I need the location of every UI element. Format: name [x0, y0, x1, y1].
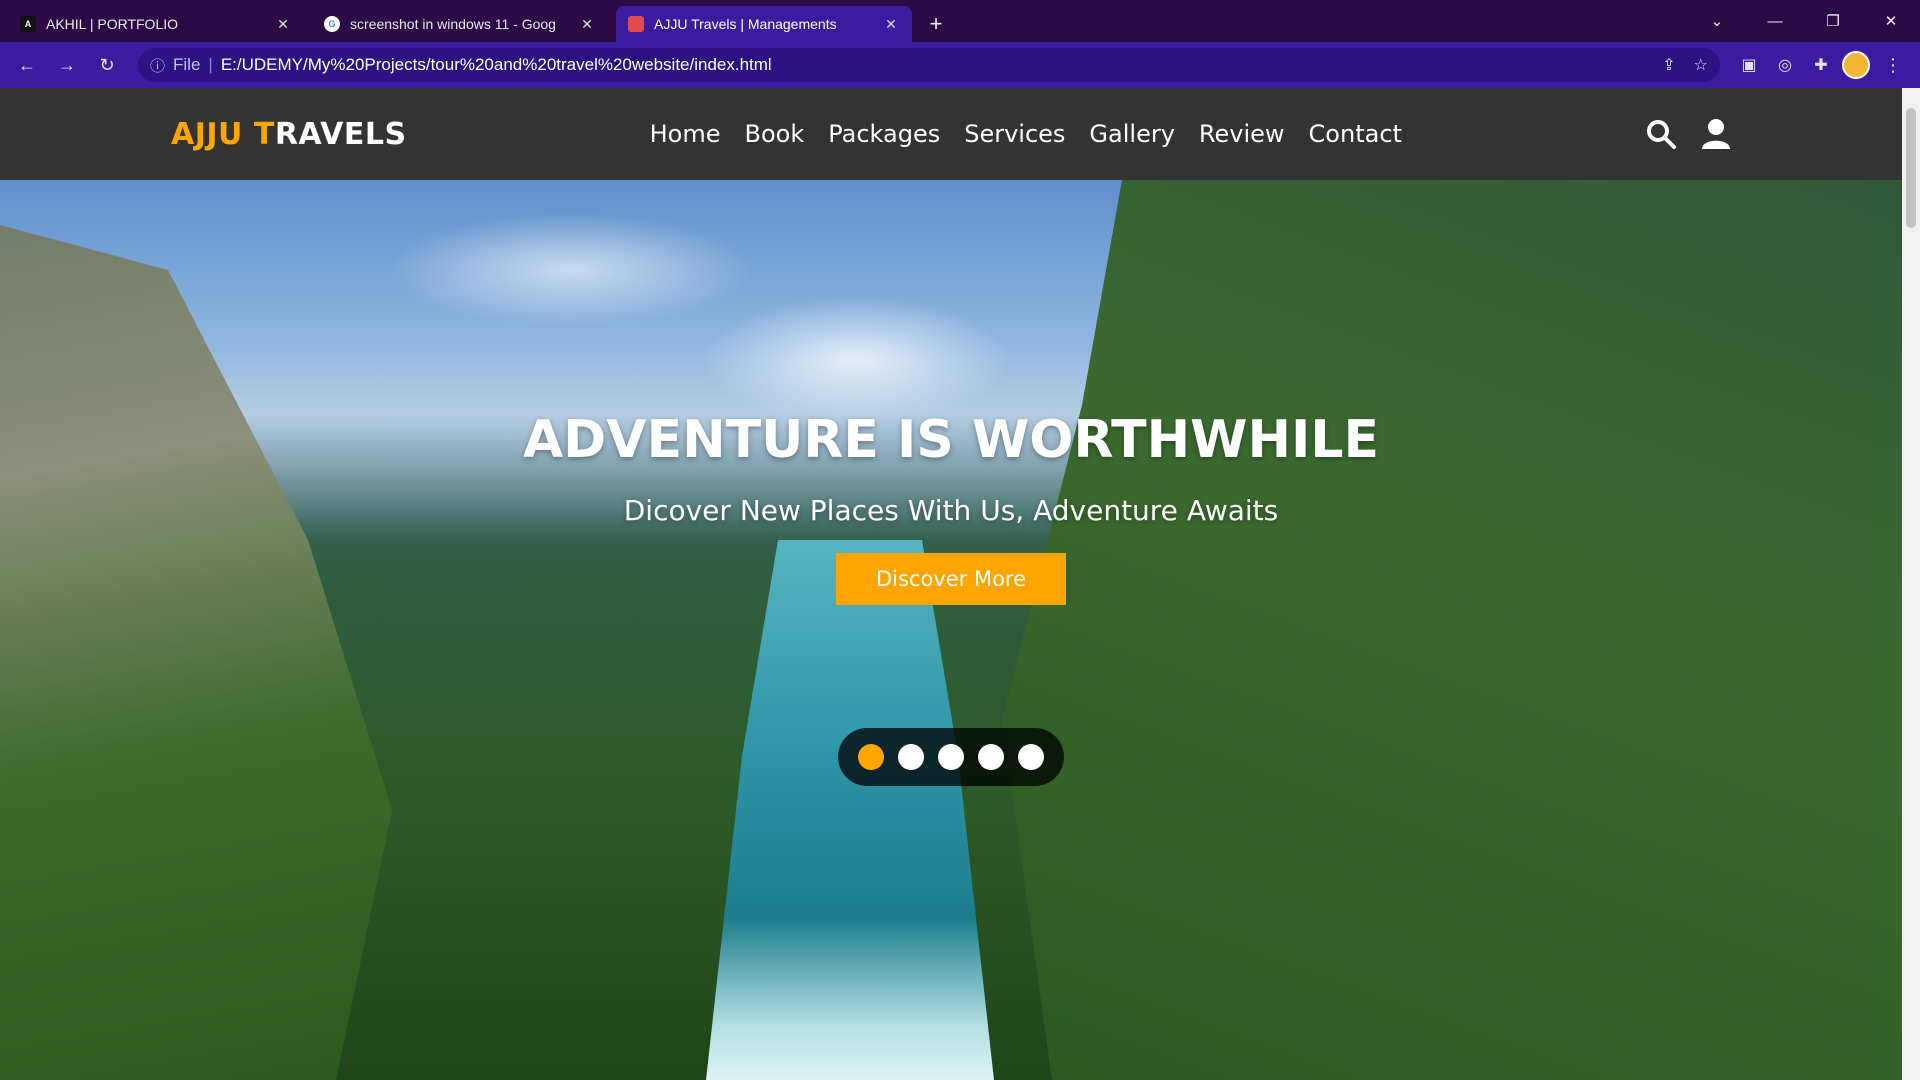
slider-dot-4[interactable] [978, 744, 1004, 770]
restore-icon[interactable]: ❐ [1804, 0, 1862, 42]
hero-content: ADVENTURE IS WORTHWHILE Dicover New Plac… [0, 180, 1902, 1080]
sync-extension-icon[interactable]: ◎ [1770, 50, 1800, 80]
window-controls: ⌄ — ❐ ✕ [1688, 0, 1920, 42]
menu-kebab-icon[interactable]: ⋮ [1876, 48, 1910, 82]
nav-book[interactable]: Book [745, 120, 805, 148]
hero-subtitle: Dicover New Places With Us, Adventure Aw… [623, 494, 1279, 527]
site-logo[interactable]: AJJU TRAVELS [171, 117, 407, 152]
page-scrollbar[interactable] [1902, 88, 1920, 1080]
header-icons [1645, 118, 1731, 150]
travel-favicon-icon [628, 16, 644, 32]
tab-title: screenshot in windows 11 - Goog [350, 16, 556, 32]
tab-title: AKHIL | PORTFOLIO [46, 16, 179, 32]
tab-ajju-travels[interactable]: AJJU Travels | Managements ✕ [616, 6, 912, 42]
nav-gallery[interactable]: Gallery [1089, 120, 1174, 148]
nav-review[interactable]: Review [1199, 120, 1285, 148]
user-icon[interactable] [1701, 118, 1731, 150]
tab-search-chevron-icon[interactable]: ⌄ [1688, 0, 1746, 42]
google-favicon-icon: G [324, 16, 340, 32]
scrollbar-thumb[interactable] [1906, 108, 1916, 228]
share-icon[interactable]: ⇪ [1662, 55, 1675, 75]
url-text[interactable]: E:/UDEMY/My%20Projects/tour%20and%20trav… [221, 55, 1644, 75]
slider-dot-3[interactable] [938, 744, 964, 770]
discover-more-button[interactable]: Discover More [835, 553, 1067, 605]
main-nav: Home Book Packages Services Gallery Revi… [650, 120, 1402, 148]
close-window-icon[interactable]: ✕ [1862, 0, 1920, 42]
browser-toolbar: ← → ↻ ⓘ File | E:/UDEMY/My%20Projects/to… [0, 42, 1920, 88]
address-bar[interactable]: ⓘ File | E:/UDEMY/My%20Projects/tour%20a… [138, 48, 1720, 82]
puzzle-extensions-icon[interactable]: ✚ [1806, 50, 1836, 80]
bookmark-star-icon[interactable]: ☆ [1694, 55, 1708, 75]
new-tab-button[interactable]: + [920, 8, 952, 40]
hero-section: ADVENTURE IS WORTHWHILE Dicover New Plac… [0, 180, 1902, 1080]
video-slider-controls [838, 728, 1064, 786]
slider-dot-5[interactable] [1018, 744, 1044, 770]
back-arrow-icon[interactable]: ← [10, 48, 44, 82]
slider-dot-2[interactable] [898, 744, 924, 770]
close-icon[interactable]: ✕ [274, 15, 292, 33]
profile-avatar[interactable] [1842, 51, 1870, 79]
plus-icon: + [929, 11, 943, 36]
close-icon[interactable]: ✕ [882, 15, 900, 33]
forward-arrow-icon[interactable]: → [50, 48, 84, 82]
tab-title: AJJU Travels | Managements [654, 16, 837, 32]
slider-dot-1[interactable] [858, 744, 884, 770]
logo-rest: RAVELS [274, 116, 407, 152]
page-viewport: AJJU TRAVELS Home Book Packages Services… [0, 88, 1920, 1080]
minimize-icon[interactable]: — [1746, 0, 1804, 42]
logo-accent-letter: T [253, 116, 275, 152]
url-scheme-label: File [173, 55, 201, 74]
tab-google-search[interactable]: G screenshot in windows 11 - Goog ✕ [312, 6, 608, 42]
nav-services[interactable]: Services [964, 120, 1065, 148]
browser-tab-bar: A AKHIL | PORTFOLIO ✕ G screenshot in wi… [0, 0, 1920, 42]
nav-contact[interactable]: Contact [1309, 120, 1402, 148]
reload-icon[interactable]: ↻ [90, 48, 124, 82]
nav-home[interactable]: Home [650, 120, 721, 148]
hero-title: ADVENTURE IS WORTHWHILE [522, 410, 1380, 470]
nav-packages[interactable]: Packages [828, 120, 940, 148]
url-separator: | [208, 55, 213, 74]
site-header: AJJU TRAVELS Home Book Packages Services… [0, 88, 1902, 180]
portfolio-favicon-icon: A [20, 16, 36, 32]
info-icon[interactable]: ⓘ [150, 55, 165, 76]
tab-portfolio[interactable]: A AKHIL | PORTFOLIO ✕ [8, 6, 304, 42]
extension-icon[interactable]: ▣ [1734, 50, 1764, 80]
close-icon[interactable]: ✕ [578, 15, 596, 33]
search-icon[interactable] [1645, 118, 1677, 150]
logo-primary: AJJU [171, 116, 243, 152]
